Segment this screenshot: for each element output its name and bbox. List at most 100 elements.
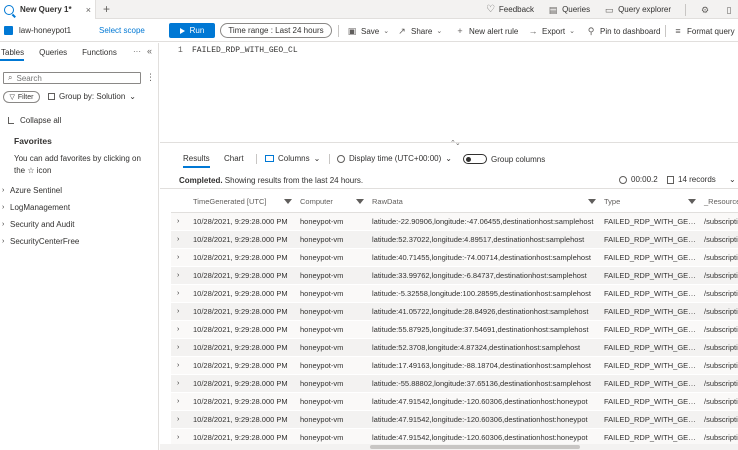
editor-results-splitter[interactable] (160, 142, 738, 143)
cell-type: FAILED_RDP_WITH_GEO_CL (600, 338, 700, 357)
group-columns-toggle[interactable]: Group columns (463, 154, 545, 164)
tab-new-query-1[interactable]: New Query 1* × (0, 0, 96, 19)
toggle-switch[interactable] (463, 154, 487, 164)
column-header-computer[interactable]: Computer (296, 192, 368, 213)
columns-button[interactable]: Columns ⌄ (265, 154, 320, 163)
table-row[interactable]: ›10/28/2021, 9:29:28.000 PMhoneypot-vmla… (171, 284, 738, 303)
share-button[interactable]: ↗ Share ⌄ (397, 24, 442, 38)
tab-tables[interactable]: Tables (0, 48, 25, 61)
resize-grip-icon[interactable]: ⌃⌄ (450, 139, 461, 147)
chevron-right-icon[interactable]: › (171, 320, 189, 339)
results-grid: TimeGenerated [UTC] Computer RawData Typ… (171, 192, 738, 450)
filter-funnel-icon[interactable] (284, 199, 292, 205)
filter-button[interactable]: ▽ Filter (3, 91, 40, 103)
chevron-right-icon[interactable]: › (171, 338, 189, 357)
filter-funnel-icon[interactable] (588, 199, 596, 205)
divider (329, 154, 330, 164)
chevron-down-icon: ⌄ (445, 154, 452, 163)
tab-queries[interactable]: Queries (38, 48, 67, 57)
run-button[interactable]: Run (169, 23, 215, 38)
tree-item-logmanagement[interactable]: › LogManagement (2, 199, 79, 216)
chevron-right-icon[interactable]: › (171, 392, 189, 411)
chevron-right-icon[interactable]: › (171, 266, 189, 285)
tab-chart[interactable]: Chart (224, 154, 244, 163)
chevron-down-icon[interactable]: ⌄ (729, 175, 736, 184)
format-icon: ≡ (675, 26, 681, 36)
horizontal-scrollbar[interactable] (160, 444, 738, 450)
export-button[interactable]: → Export ⌄ (528, 24, 576, 38)
cell-timegenerated: 10/28/2021, 9:29:28.000 PM (189, 392, 296, 411)
tab-title: New Query 1* (20, 5, 72, 14)
cell-computer: honeypot-vm (296, 212, 368, 231)
table-row[interactable]: ›10/28/2021, 9:29:28.000 PMhoneypot-vmla… (171, 212, 738, 231)
tree-item-security-and-audit[interactable]: › Security and Audit (2, 216, 79, 233)
close-tab-button[interactable]: × (86, 5, 91, 15)
sidebar-search[interactable]: ⌕ (3, 72, 141, 84)
new-alert-rule-button[interactable]: + New alert rule (455, 24, 518, 38)
chevron-right-icon[interactable]: › (171, 230, 189, 249)
cell-resourceid: /subscriptions (700, 410, 738, 429)
tab-results[interactable]: Results (183, 154, 210, 168)
collapse-pane-icon[interactable]: « (147, 46, 152, 56)
favorites-hint: You can add favorites by clicking on the… (14, 154, 141, 175)
group-by-dropdown[interactable]: Group by: Solution ⌄ (48, 92, 136, 101)
table-row[interactable]: ›10/28/2021, 9:29:28.000 PMhoneypot-vmla… (171, 392, 738, 411)
cell-computer: honeypot-vm (296, 230, 368, 249)
query-editor[interactable]: 1 FAILED_RDP_WITH_GEO_CL (160, 43, 738, 143)
duration-value: 00:00.2 (631, 175, 658, 184)
query-explorer-button[interactable]: ▭ Query explorer (604, 5, 671, 15)
cell-resourceid: /subscriptions (700, 230, 738, 249)
tree-item-azure-sentinel[interactable]: › Azure Sentinel (2, 182, 79, 199)
more-icon[interactable]: ··· (133, 47, 141, 56)
chevron-right-icon[interactable]: › (171, 284, 189, 303)
column-header-timegenerated[interactable]: TimeGenerated [UTC] (189, 192, 296, 213)
book-icon[interactable]: ▯ (724, 5, 734, 15)
table-row[interactable]: ›10/28/2021, 9:29:28.000 PMhoneypot-vmla… (171, 356, 738, 375)
column-header-rawdata[interactable]: RawData (368, 192, 600, 213)
save-button[interactable]: ▣ Save ⌄ (347, 24, 389, 38)
chevron-right-icon[interactable]: › (171, 410, 189, 429)
gear-icon[interactable]: ⚙ (700, 5, 710, 15)
search-input[interactable] (16, 73, 137, 83)
workspace-icon (4, 26, 13, 35)
chevron-right-icon[interactable]: › (171, 302, 189, 321)
pin-to-dashboard-button[interactable]: ⚲ Pin to dashboard (586, 24, 661, 38)
format-query-button[interactable]: ≡ Format query (673, 24, 734, 38)
filter-funnel-icon[interactable] (688, 199, 696, 205)
table-row[interactable]: ›10/28/2021, 9:29:28.000 PMhoneypot-vmla… (171, 320, 738, 339)
tab-functions[interactable]: Functions (81, 48, 117, 57)
queries-button[interactable]: ▤ Queries (548, 5, 590, 15)
table-row[interactable]: ›10/28/2021, 9:29:28.000 PMhoneypot-vmla… (171, 374, 738, 393)
tree-item-securitycenterfree[interactable]: › SecurityCenterFree (2, 233, 79, 250)
cell-type: FAILED_RDP_WITH_GEO_CL (600, 266, 700, 285)
scrollbar-thumb[interactable] (370, 445, 580, 449)
more-vertical-icon[interactable]: ⋮ (146, 72, 155, 83)
chevron-right-icon[interactable]: › (171, 356, 189, 375)
column-header-resourceid[interactable]: _ResourceId (700, 192, 738, 213)
schema-sidebar: Tables Queries Functions ··· « ⌕ ⋮ ▽ Fil… (0, 43, 159, 450)
tree-item-label: Security and Audit (10, 220, 75, 229)
cell-timegenerated: 10/28/2021, 9:29:28.000 PM (189, 302, 296, 321)
display-time-dropdown[interactable]: Display time (UTC+00:00) ⌄ (337, 154, 452, 163)
expand-header (171, 192, 189, 213)
group-columns-label: Group columns (491, 154, 546, 164)
table-row[interactable]: ›10/28/2021, 9:29:28.000 PMhoneypot-vmla… (171, 410, 738, 429)
table-row[interactable]: ›10/28/2021, 9:29:28.000 PMhoneypot-vmla… (171, 266, 738, 285)
table-row[interactable]: ›10/28/2021, 9:29:28.000 PMhoneypot-vmla… (171, 338, 738, 357)
time-range-picker[interactable]: Time range : Last 24 hours (220, 23, 332, 38)
filter-funnel-icon[interactable] (356, 199, 364, 205)
chevron-right-icon[interactable]: › (171, 248, 189, 267)
chevron-right-icon[interactable]: › (171, 374, 189, 393)
query-text[interactable]: FAILED_RDP_WITH_GEO_CL (192, 46, 298, 55)
cell-type: FAILED_RDP_WITH_GEO_CL (600, 248, 700, 267)
collapse-all-button[interactable]: Collapse all (8, 116, 61, 125)
select-scope-link[interactable]: Select scope (99, 26, 145, 35)
cell-computer: honeypot-vm (296, 302, 368, 321)
table-row[interactable]: ›10/28/2021, 9:29:28.000 PMhoneypot-vmla… (171, 248, 738, 267)
table-row[interactable]: ›10/28/2021, 9:29:28.000 PMhoneypot-vmla… (171, 302, 738, 321)
table-row[interactable]: ›10/28/2021, 9:29:28.000 PMhoneypot-vmla… (171, 230, 738, 249)
chevron-right-icon[interactable]: › (171, 212, 189, 231)
column-header-type[interactable]: Type (600, 192, 700, 213)
feedback-button[interactable]: ♡ Feedback (486, 4, 534, 15)
add-tab-button[interactable]: + (103, 2, 110, 16)
